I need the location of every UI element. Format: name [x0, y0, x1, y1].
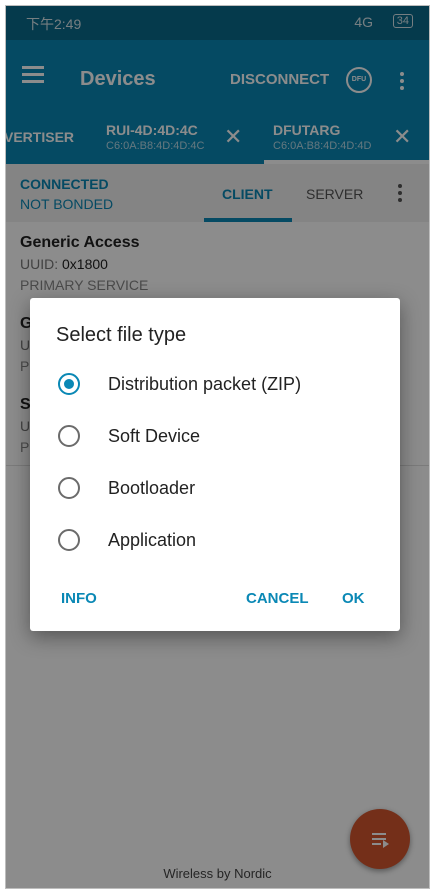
option-label: Distribution packet (ZIP) — [108, 374, 302, 394]
option-bootloader[interactable]: Bootloader — [30, 466, 400, 510]
option-label: Bootloader — [108, 478, 196, 498]
select-file-type-dialog: Select file type Distribution packet (ZI… — [30, 298, 400, 631]
radio-icon[interactable] — [58, 477, 80, 499]
phone-screen: 下午2:49 4G 34 Devices DISCONNECT DFU VERT… — [5, 5, 430, 889]
cancel-button[interactable]: CANCEL — [246, 590, 309, 607]
option-application[interactable]: Application — [30, 518, 400, 562]
option-distribution-packet[interactable]: Distribution packet (ZIP) — [30, 362, 400, 406]
ok-button[interactable]: OK — [342, 590, 365, 607]
info-button[interactable]: INFO — [61, 590, 97, 607]
dialog-title: Select file type — [56, 324, 187, 346]
option-label: Soft Device — [108, 426, 201, 446]
radio-selected-icon[interactable] — [58, 373, 80, 395]
option-soft-device[interactable]: Soft Device — [30, 414, 400, 458]
option-label: Application — [108, 530, 197, 550]
radio-icon[interactable] — [58, 529, 80, 551]
radio-icon[interactable] — [58, 425, 80, 447]
